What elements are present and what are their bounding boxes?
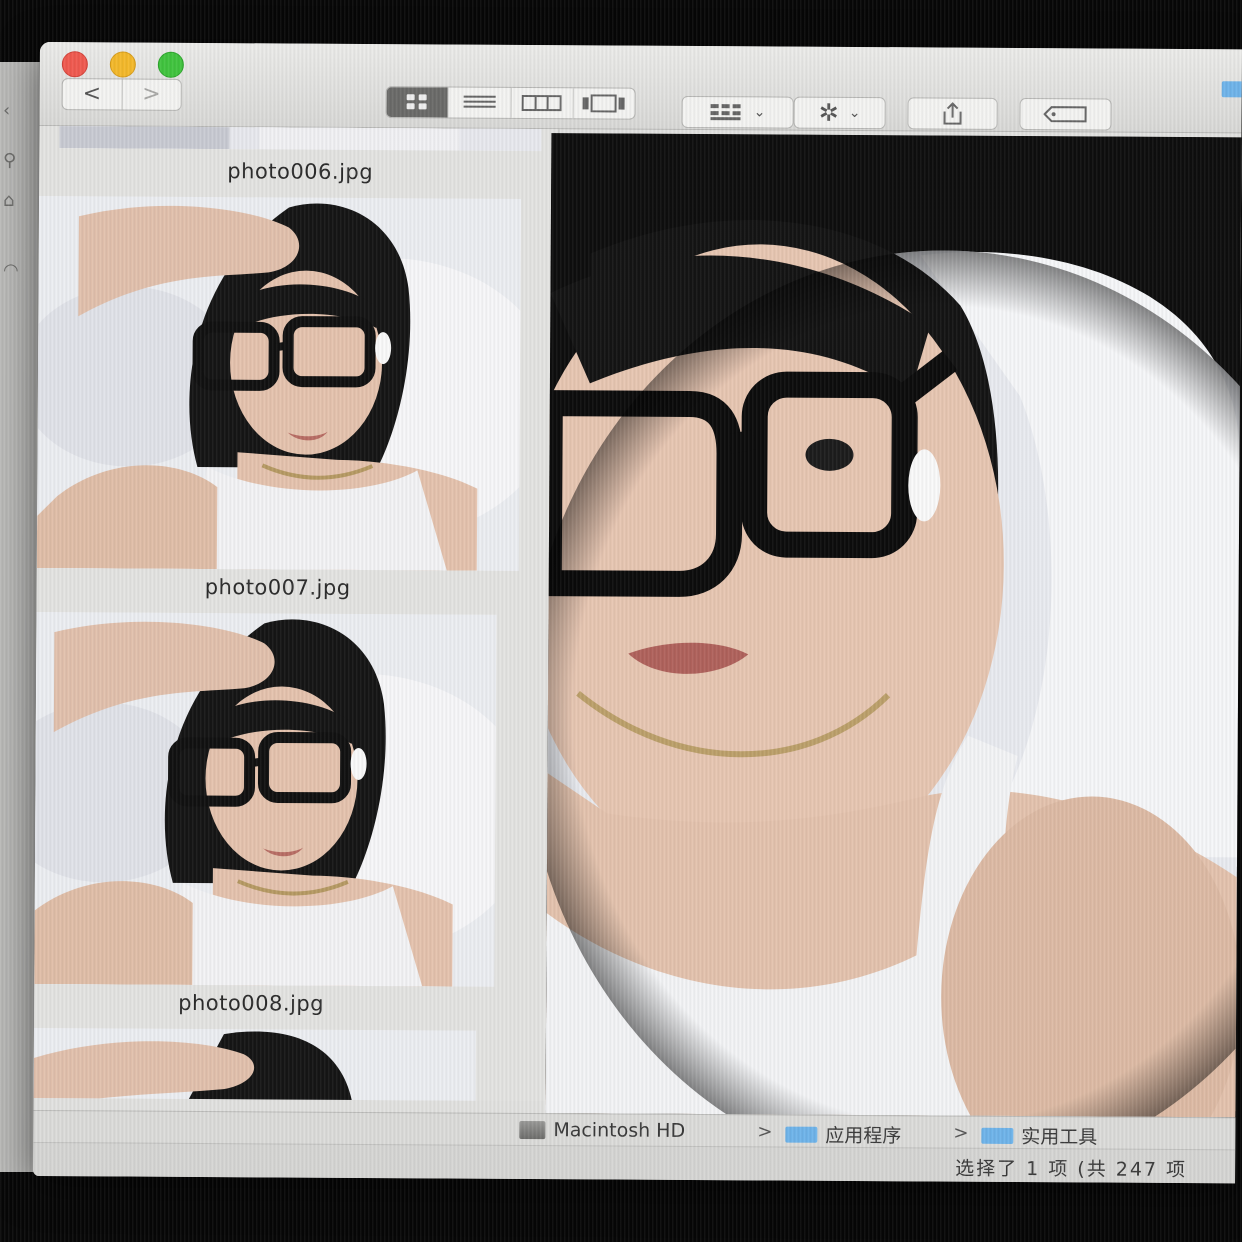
path-item-applications[interactable]: 应用程序 xyxy=(785,1121,901,1149)
thumbnail-image xyxy=(33,1027,476,1102)
folder-icon xyxy=(1221,81,1242,98)
column-view-icon xyxy=(521,94,562,112)
screen-photo: ‹ ⚲ ⌂ ◠ < > ⌄ ✲ ⌄ photo006.jpg photo007.… xyxy=(0,0,1242,1242)
status-bar: 选择了 1 项 (共 247 项 xyxy=(33,1141,1236,1184)
tag-icon xyxy=(1043,106,1087,123)
folder-icon xyxy=(785,1126,818,1143)
thumbnail-image xyxy=(36,195,522,571)
chevron-down-icon: ⌄ xyxy=(753,104,766,121)
path-separator: > xyxy=(953,1122,969,1144)
chevron-down-icon: ⌄ xyxy=(848,104,861,122)
view-switcher xyxy=(385,86,636,120)
wifi-icon: ◠ xyxy=(3,260,19,281)
share-icon xyxy=(943,102,962,125)
minimize-button[interactable] xyxy=(109,51,136,78)
file-name: photo008.jpg xyxy=(178,990,325,1016)
action-button[interactable]: ✲ ⌄ xyxy=(793,96,886,130)
share-button[interactable] xyxy=(907,97,998,130)
navigation-buttons: < > xyxy=(61,78,182,111)
path-separator: > xyxy=(757,1121,773,1143)
back-label: < xyxy=(82,81,102,107)
path-label: 实用工具 xyxy=(1021,1126,1098,1149)
list-view-icon xyxy=(463,95,496,108)
close-button[interactable] xyxy=(61,51,88,78)
file-column: photo006.jpg photo007.jpg photo008.jpg xyxy=(33,125,560,1102)
hard-disk-icon xyxy=(519,1120,546,1140)
icon-view-button[interactable] xyxy=(386,87,448,118)
column-view-button[interactable] xyxy=(510,87,573,119)
path-item-macintosh-hd[interactable]: Macintosh HD xyxy=(519,1119,685,1142)
path-label: Macintosh HD xyxy=(553,1119,686,1142)
file-name: photo006.jpg xyxy=(227,159,374,185)
file-item[interactable]: photo007.jpg xyxy=(36,195,559,600)
icon-view-icon xyxy=(406,94,427,110)
group-icon xyxy=(710,104,741,121)
list-view-button[interactable] xyxy=(447,87,511,118)
finder-window: < > ⌄ ✲ ⌄ photo006.jpg photo007.jpg phot… xyxy=(33,42,1242,1184)
gallery-view-icon xyxy=(582,94,626,113)
group-button[interactable]: ⌄ xyxy=(681,95,794,129)
thumbnail-image xyxy=(33,611,497,987)
gallery-view-button[interactable] xyxy=(572,88,635,119)
file-item[interactable] xyxy=(33,1027,554,1102)
preview-image xyxy=(545,133,1242,1118)
zoom-button[interactable] xyxy=(157,51,184,78)
forward-button[interactable]: > xyxy=(121,79,181,110)
file-name: photo007.jpg xyxy=(204,575,351,600)
home-icon: ⌂ xyxy=(3,190,15,211)
thumbnail-image xyxy=(59,125,542,152)
gear-icon: ✲ xyxy=(818,98,839,127)
toolbar: < > ⌄ ✲ ⌄ xyxy=(39,42,1242,134)
tag-button[interactable] xyxy=(1019,97,1112,131)
path-item-utilities[interactable]: 实用工具 xyxy=(981,1122,1097,1150)
selection-status: 选择了 1 项 (共 247 项 xyxy=(955,1157,1188,1182)
person-icon: ⚲ xyxy=(3,150,17,171)
back-glyph-icon: ‹ xyxy=(3,100,11,121)
back-button[interactable]: < xyxy=(63,79,122,109)
folder-icon xyxy=(981,1127,1014,1144)
file-item[interactable]: photo008.jpg xyxy=(33,611,557,1016)
forward-label: > xyxy=(142,81,161,107)
path-label: 应用程序 xyxy=(825,1124,902,1148)
